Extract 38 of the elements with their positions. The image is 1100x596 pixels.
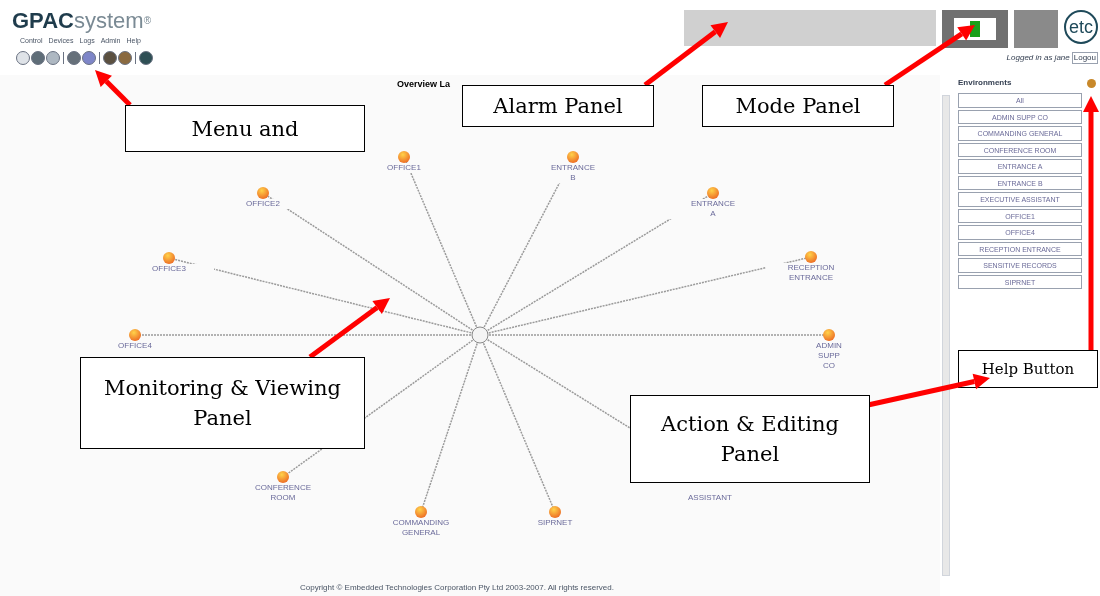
callout-arrow (95, 70, 132, 107)
node-marker[interactable] (129, 329, 141, 341)
annotation-callout: Alarm Panel (462, 85, 654, 127)
annotation-callout: Mode Panel (702, 85, 894, 127)
annotation-callout: Action & Editing Panel (630, 395, 870, 483)
node-marker[interactable] (277, 471, 289, 483)
toolbar-icon[interactable] (67, 50, 81, 65)
node-marker[interactable] (257, 187, 269, 199)
annotation-callout: Help Button (958, 350, 1098, 388)
node-marker[interactable] (805, 251, 817, 263)
toolbar-icon[interactable] (46, 50, 60, 65)
toolbar-icon[interactable] (118, 50, 132, 65)
toolbar-icon[interactable] (16, 50, 30, 65)
toolbar-icon[interactable] (82, 50, 96, 65)
node-marker[interactable] (163, 252, 175, 264)
node-marker[interactable] (549, 506, 561, 518)
node-marker[interactable] (415, 506, 427, 518)
logged-in-text: Logged in as jane (1006, 52, 1070, 64)
toolbar-icon[interactable] (103, 50, 117, 65)
node-label: ASSISTANT (688, 493, 732, 503)
mode-panel[interactable] (942, 10, 1008, 48)
copyright-text: Copyright © Embedded Technologies Corporation Pty Ltd 2003-2007. All rights reserved. (300, 582, 614, 594)
sidebar-title: Environments (958, 77, 1012, 89)
hub-icon (471, 326, 489, 344)
company-logo: etc (1064, 10, 1098, 44)
toolbar-icon[interactable] (139, 50, 153, 65)
logout-button[interactable]: Logou (1071, 52, 1098, 64)
node-marker[interactable] (707, 187, 719, 199)
clock-panel (1014, 10, 1058, 48)
help-icon[interactable] (1087, 78, 1096, 88)
app-logo: GPACsystem® (12, 8, 151, 34)
panel-title: Overview La (397, 78, 451, 91)
node-marker[interactable] (398, 151, 410, 163)
annotation-callout: Monitoring & Viewing Panel (80, 357, 365, 449)
node-marker[interactable] (567, 151, 579, 163)
annotation-callout: Menu and (125, 105, 365, 152)
node-marker[interactable] (823, 329, 835, 341)
toolbar-icon[interactable] (31, 50, 45, 65)
